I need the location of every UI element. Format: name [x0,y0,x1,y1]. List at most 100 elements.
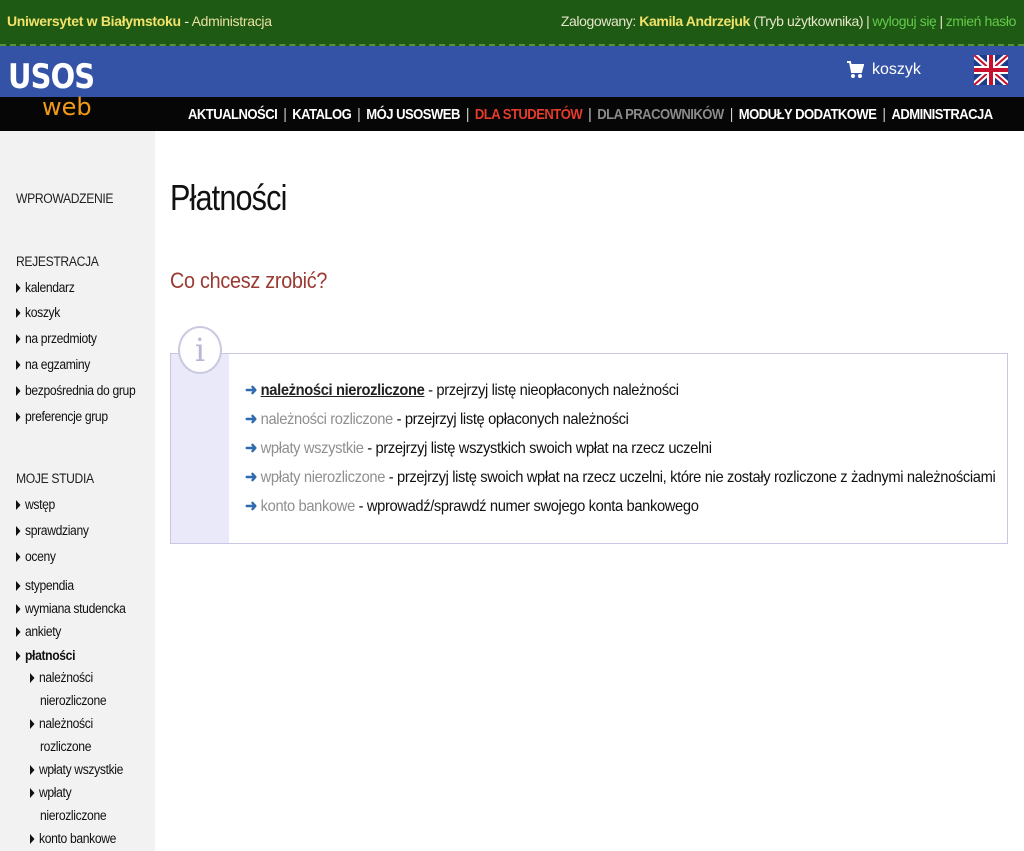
link-bank-account[interactable]: konto bankowe [261,498,356,515]
sidebar-subitem-settled-dues-cont[interactable]: rozliczone [40,739,91,754]
user-mode: (Tryb użytkownika) [749,13,864,29]
web-logo[interactable]: web [42,95,92,119]
sidebar-subitem-unsettled-dues-cont[interactable]: nierozliczone [40,693,107,708]
sidebar-item-label: kalendarz [25,280,75,295]
triangle-right-icon [30,719,35,729]
sidebar-item-label: konto bankowe [39,831,117,846]
sidebar-item-courses[interactable]: na przedmioty [16,331,97,346]
usos-logo[interactable]: USOS [8,60,95,94]
triangle-right-icon [16,627,21,637]
sidebar-item-label: wymiana studencka [25,601,126,616]
triangle-right-icon [30,788,35,798]
sidebar-item-label: należności [39,716,93,731]
arrow-right-icon: ➜ [245,440,257,457]
logged-label: Zalogowany: [560,13,640,29]
triangle-right-icon [30,673,35,683]
nav-my-usosweb[interactable]: MÓJ USOSWEB [366,106,460,123]
uk-flag-icon[interactable] [974,55,1008,85]
sidebar-item-calendar[interactable]: kalendarz [16,280,75,295]
sidebar-item-cart[interactable]: koszyk [16,305,60,320]
triangle-right-icon [16,651,21,661]
info-stripe [171,354,229,543]
link-settled-dues[interactable]: należności rozliczone [261,411,394,428]
sidebar-item-label: wpłaty [39,785,72,800]
triangle-right-icon [16,526,21,536]
logout-link[interactable]: wyloguj się [872,13,936,29]
sidebar-studies-heading: MOJE STUDIA [16,471,94,486]
nav-catalog[interactable]: KATALOG [292,106,351,123]
divider: | [939,13,943,29]
sidebar-item-label: preferencje grup [25,409,108,424]
sidebar-subitem-unsettled-dues[interactable]: należności [30,670,93,685]
sidebar-item-label: bezpośrednia do grup [25,383,136,398]
university-header: Uniwersytet w Białymstoku - Administracj… [7,13,272,29]
info-icon: i [178,326,222,374]
sidebar-subitem-unsettled-payments[interactable]: wpłaty [30,785,72,800]
option-description: - przejrzyj listę swoich wpłat na rzecz … [385,469,996,486]
triangle-right-icon [16,283,21,293]
change-password-link[interactable]: zmień hasło [946,13,1017,29]
link-all-payments[interactable]: wpłaty wszystkie [261,440,364,457]
link-unsettled-payments[interactable]: wpłaty nierozliczone [261,469,386,486]
sidebar-item-group-preferences[interactable]: preferencje grup [16,409,108,424]
top-bar: Uniwersytet w Białymstoku - Administracj… [0,0,1024,46]
triangle-right-icon [16,386,21,396]
sidebar-item-label: ankiety [25,624,61,639]
sidebar-item-exchange[interactable]: wymiana studencka [16,601,126,616]
option-description: - przejrzyj listę wszystkich swoich wpła… [363,440,712,457]
sidebar-item-label: płatności [25,648,76,663]
link-unsettled-dues[interactable]: należności nierozliczone [261,382,425,399]
sidebar-item-payments[interactable]: płatności [16,648,75,663]
sidebar-item-label: sprawdziany [25,523,89,538]
sidebar-item-exams[interactable]: na egzaminy [16,357,90,372]
university-name: Uniwersytet w Białymstoku [7,13,181,29]
login-info: Zalogowany: Kamila Andrzejuk (Tryb użytk… [560,13,1017,29]
nav-news[interactable]: AKTUALNOŚCI [188,106,278,123]
sidebar-registration-heading: REJESTRACJA [16,254,99,269]
sidebar-item-surveys[interactable]: ankiety [16,624,61,639]
header-separator: - [180,13,192,29]
divider: | [866,13,870,29]
divider: | [283,106,287,123]
nav-administration[interactable]: ADMINISTRACJA [891,106,993,123]
option-description: - przejrzyj listę nieopłaconych należnoś… [424,382,679,399]
sidebar-item-grades[interactable]: oceny [16,549,56,564]
triangle-right-icon [16,552,21,562]
arrow-right-icon: ➜ [245,382,257,399]
sidebar-item-tests[interactable]: sprawdziany [16,523,89,538]
sidebar-item-intro[interactable]: wstęp [16,497,55,512]
divider: | [729,106,733,123]
triangle-right-icon [16,360,21,370]
nav-for-staff: DLA PRACOWNIKÓW [597,106,724,123]
sidebar-item-scholarships[interactable]: stypendia [16,578,74,593]
option-unsettled-dues: ➜ należności nierozliczone - przejrzyj li… [245,380,679,400]
option-all-payments: ➜ wpłaty wszystkie - przejrzyj listę wszy… [245,438,712,458]
sidebar-subitem-bank-account[interactable]: konto bankowe [30,831,116,846]
triangle-right-icon [30,834,35,844]
sidebar-item-direct-groups[interactable]: bezpośrednia do grup [16,383,136,398]
triangle-right-icon [16,604,21,614]
main-nav: AKTUALNOŚCI | KATALOG | MÓJ USOSWEB | DLA STUD… [188,106,993,123]
cart-link[interactable]: koszyk [846,60,921,80]
sidebar-item-label: na egzaminy [25,357,90,372]
sidebar-intro[interactable]: WPROWADZENIE [16,191,114,206]
sidebar-item-label: wpłaty wszystkie [39,762,124,777]
divider: | [588,106,592,123]
sidebar-subitem-unsettled-payments-cont[interactable]: nierozliczone [40,808,107,823]
triangle-right-icon [16,412,21,422]
sidebar-subitem-settled-dues[interactable]: należności [30,716,93,731]
sidebar-item-label: oceny [25,549,56,564]
arrow-right-icon: ➜ [245,411,257,428]
sidebar-item-label: stypendia [25,578,74,593]
triangle-right-icon [16,308,21,318]
triangle-right-icon [16,334,21,344]
sidebar-item-label: należności [39,670,93,685]
nav-extra-modules[interactable]: MODUŁY DODATKOWE [739,106,877,123]
nav-for-students[interactable]: DLA STUDENTÓW [475,106,583,123]
arrow-right-icon: ➜ [245,469,257,486]
sidebar-item-label: wstęp [25,497,55,512]
user-name: Kamila Andrzejuk [639,13,750,29]
cart-icon [847,61,864,78]
sidebar-subitem-all-payments[interactable]: wpłaty wszystkie [30,762,123,777]
option-bank-account: ➜ konto bankowe - wprowadź/sprawdź numer … [245,496,699,516]
